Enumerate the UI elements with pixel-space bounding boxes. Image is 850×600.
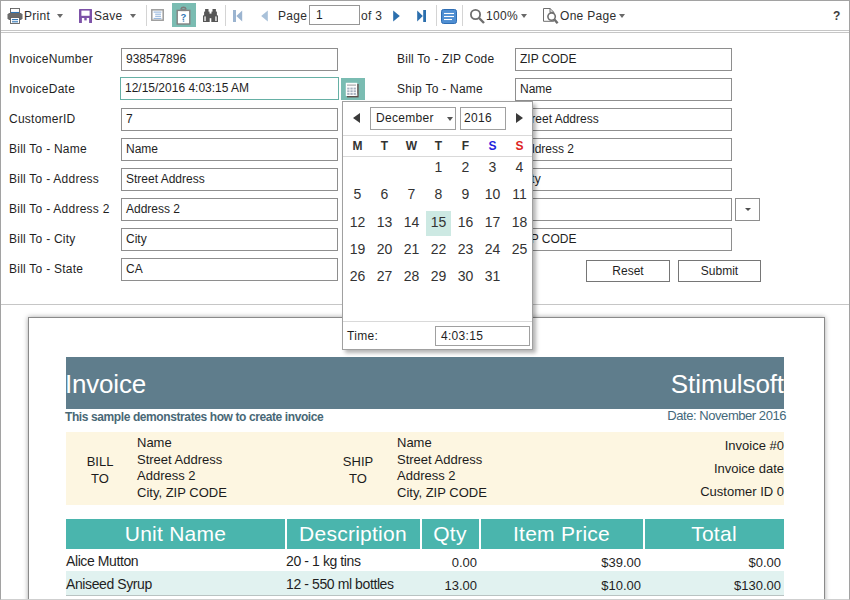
svg-text:?: ? <box>181 11 187 22</box>
